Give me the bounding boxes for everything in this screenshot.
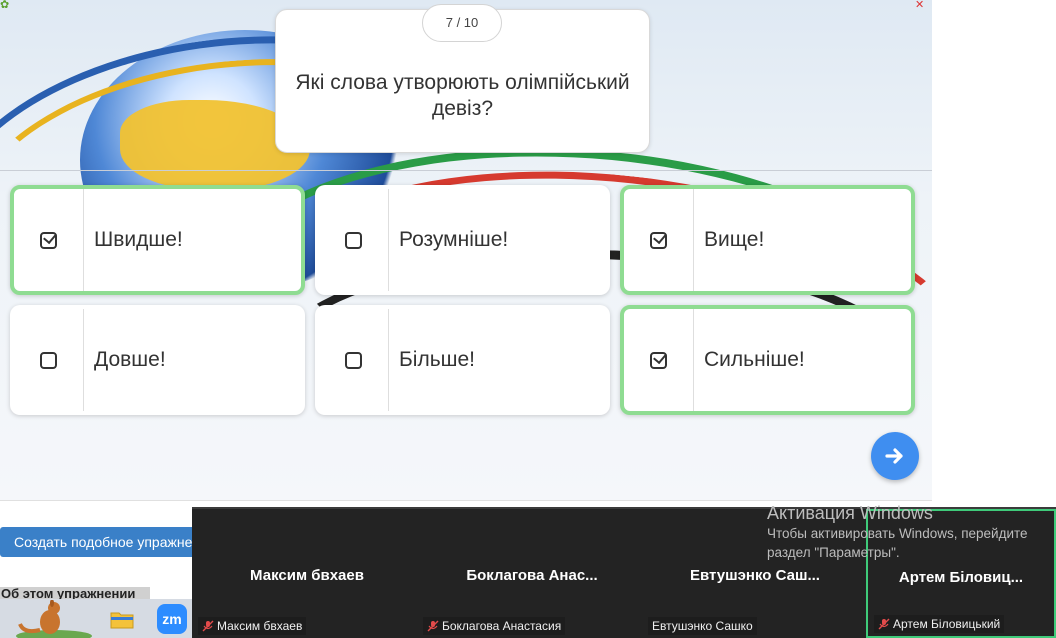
- checkbox-checked-icon[interactable]: [40, 231, 57, 249]
- question-text: Які слова утворюють олімпійський девіз?: [295, 71, 630, 120]
- create-similar-button[interactable]: Создать подобное упражнение: [0, 527, 200, 557]
- option-5[interactable]: Сильніше!: [620, 305, 915, 415]
- option-checkbox-cell: [319, 309, 389, 411]
- activation-line-1: Чтобы активировать Windows, перейдите: [767, 526, 1028, 541]
- option-label: Швидше!: [94, 228, 183, 251]
- next-button[interactable]: [871, 432, 919, 480]
- option-label: Більше!: [399, 348, 476, 371]
- option-checkbox-cell: [624, 309, 694, 411]
- participant-name-tag: Артем Біловицький: [874, 615, 1005, 633]
- file-explorer-icon[interactable]: [107, 604, 137, 634]
- mic-muted-icon: [427, 620, 439, 632]
- windows-activation-watermark: Активация Windows Чтобы активировать Win…: [767, 502, 1028, 562]
- option-4[interactable]: Більше!: [315, 305, 610, 415]
- option-3[interactable]: Довше!: [10, 305, 305, 415]
- checkbox-checked-icon[interactable]: [650, 351, 667, 369]
- option-checkbox-cell: [14, 309, 84, 411]
- participant-tag-label: Максим бвхаев: [217, 619, 303, 633]
- participant-tag-label: Артем Біловицький: [893, 617, 1001, 631]
- page-divider: [0, 500, 932, 501]
- participant-tile[interactable]: Боклагова Анас... Боклагова Анастасия: [417, 509, 647, 638]
- option-label: Розумніше!: [399, 228, 509, 251]
- participant-display-name: Максим бвхаев: [250, 567, 364, 584]
- create-similar-label: Создать подобное упражнение: [14, 534, 200, 550]
- participant-display-name: Боклагова Анас...: [466, 567, 598, 584]
- checkbox-empty-icon[interactable]: [40, 351, 57, 369]
- participant-tag-label: Евтушэнко Сашко: [652, 619, 753, 633]
- activation-title: Активация Windows: [767, 503, 933, 523]
- activation-line-2: раздел "Параметры".: [767, 545, 900, 560]
- question-counter: 7 / 10: [422, 4, 502, 42]
- quiz-stage: ✿ ✕ Які слова утворюють олімпійський дев…: [0, 0, 932, 500]
- option-checkbox-cell: [319, 189, 389, 291]
- mic-muted-icon: [202, 620, 214, 632]
- kangaroo-icon: [16, 600, 92, 638]
- checkbox-checked-icon[interactable]: [650, 231, 667, 249]
- zoom-app-icon[interactable]: zm: [157, 604, 187, 634]
- option-label: Вище!: [704, 228, 765, 251]
- mic-muted-icon: [878, 618, 890, 630]
- participant-name-tag: Максим бвхаев: [198, 617, 307, 635]
- option-1[interactable]: Розумніше!: [315, 185, 610, 295]
- arrow-right-icon: [885, 448, 903, 464]
- participant-name-tag: Боклагова Анастасия: [423, 617, 566, 635]
- option-0[interactable]: Швидше!: [10, 185, 305, 295]
- option-checkbox-cell: [14, 189, 84, 291]
- participant-name-tag: Евтушэнко Сашко: [648, 617, 757, 635]
- participant-tile[interactable]: Максим бвхаев Максим бвхаев: [192, 509, 422, 638]
- option-2[interactable]: Вище!: [620, 185, 915, 295]
- participant-tag-label: Боклагова Анастасия: [442, 619, 562, 633]
- option-checkbox-cell: [624, 189, 694, 291]
- screen: ✿ ✕ Які слова утворюють олімпійський дев…: [0, 0, 1056, 638]
- checkbox-empty-icon[interactable]: [345, 351, 362, 369]
- zoom-app-label: zm: [162, 611, 182, 627]
- participant-display-name: Евтушэнко Саш...: [690, 567, 820, 584]
- option-label: Довше!: [94, 348, 166, 371]
- checkbox-empty-icon[interactable]: [345, 231, 362, 249]
- divider: [0, 170, 932, 171]
- participant-display-name: Артем Біловиц...: [898, 569, 1024, 586]
- corner-flag-icon[interactable]: ✿: [0, 0, 9, 11]
- option-label: Сильніше!: [704, 348, 805, 371]
- fullscreen-icon[interactable]: ✕: [915, 0, 924, 11]
